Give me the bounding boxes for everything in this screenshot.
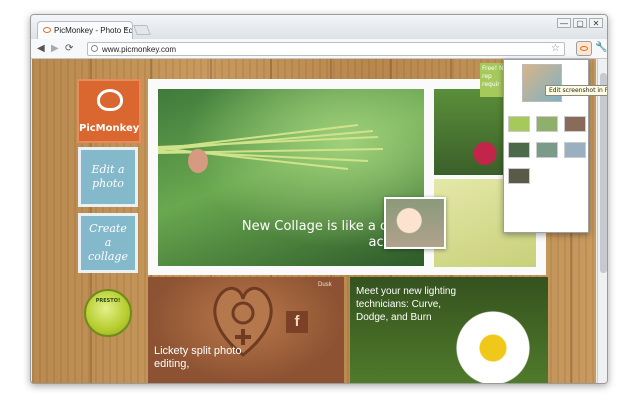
browser-window: PicMonkey - Photo Editing × — ▢ ✕ ◀ ▶ ⟳ … [30,14,608,384]
extension-tooltip: Edit screenshot in PicMonkey [545,85,607,96]
scallion-stems [158,124,384,173]
close-window-button[interactable]: ✕ [589,18,603,28]
page-scrollbar[interactable] [597,59,607,383]
tab-title: PicMonkey - Photo Editing [54,26,133,35]
promo-tile-lighting[interactable]: Meet your new lighting technicians: Curv… [350,277,548,383]
presto-badge: PRESTO! [84,289,132,337]
back-arrow-icon[interactable]: ◀ [37,42,45,55]
forward-arrow-icon[interactable]: ▶ [51,42,59,55]
page-info-icon [91,45,98,52]
wrench-icon[interactable]: 🔧 [595,42,607,53]
create-collage-button[interactable]: Create a collage [78,213,138,273]
popup-thumb[interactable] [508,142,530,158]
popup-thumb[interactable] [508,116,530,132]
address-bar[interactable]: www.picmonkey.com ☆ [87,42,565,56]
logo-text: PicMonkey [79,123,140,134]
scroll-thumb[interactable] [600,73,607,273]
hero-collage[interactable]: New Collage is like a circus acrobat [148,79,546,275]
star-icon[interactable]: ☆ [551,43,560,55]
presto-text: PRESTO! [95,298,121,304]
screenshot-thumbnail[interactable] [522,64,562,102]
tab-picmonkey[interactable]: PicMonkey - Photo Editing × [37,21,133,39]
monkey-logo-icon [97,89,123,111]
minimize-button[interactable]: — [557,18,571,28]
title-bar: PicMonkey - Photo Editing × — ▢ ✕ [31,15,607,39]
picmonkey-favicon [43,27,51,33]
popup-thumb[interactable] [564,142,586,158]
facebook-icon[interactable]: f [286,311,308,333]
edit-photo-button[interactable]: Edit a photo [78,147,138,207]
popup-thumb[interactable] [508,168,530,184]
promo-tile-editing[interactable]: f Dusk Lickety split photo editing, [148,277,344,383]
popup-thumb[interactable] [564,116,586,132]
picmonkey-extension-icon[interactable] [576,41,592,56]
popup-thumb[interactable] [536,116,558,132]
reload-icon[interactable]: ⟳ [65,42,73,55]
promo-text-lighting: Meet your new lighting technicians: Curv… [356,286,457,323]
picmonkey-logo[interactable]: PicMonkey [77,79,141,143]
url-text: www.picmonkey.com [102,45,177,54]
photo-credit: Dusk [318,282,332,288]
maximize-button[interactable]: ▢ [573,18,587,28]
popup-thumb[interactable] [536,142,558,158]
new-tab-button[interactable] [133,25,151,35]
tab-close-icon[interactable]: × [123,25,128,34]
dragged-flower-photo[interactable] [384,197,446,249]
promo-text-editing: Lickety split photo editing, [154,345,242,370]
browser-toolbar: ◀ ▶ ⟳ www.picmonkey.com ☆ 🔧 [31,39,607,59]
extension-eye-icon [580,46,588,51]
